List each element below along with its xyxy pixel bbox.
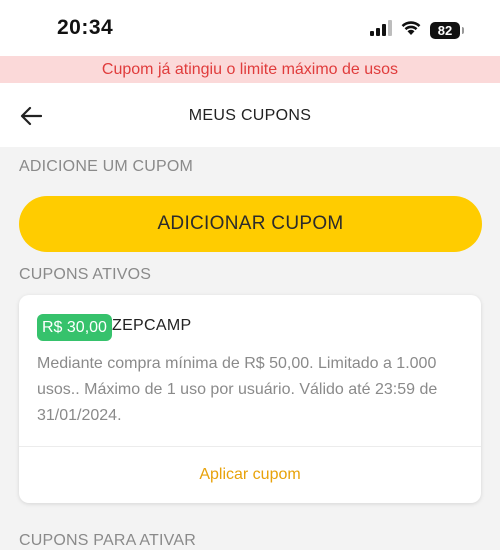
coupon-description: Mediante compra mínima de R$ 50,00. Limi… — [37, 355, 438, 424]
add-coupon-button[interactable]: ADICIONAR CUPOM — [19, 196, 482, 252]
card-divider — [19, 446, 481, 447]
coupons-to-activate-section-label: CUPONS PARA ATIVAR — [19, 532, 196, 549]
coupon-value-badge: R$ 30,00 — [37, 314, 112, 341]
status-icons: 82 — [370, 18, 464, 42]
error-banner: Cupom já atingiu o limite máximo de usos — [0, 56, 500, 83]
status-time: 20:34 — [57, 16, 114, 39]
battery-icon: 82 — [430, 21, 464, 39]
apply-coupon-link[interactable]: Aplicar cupom — [19, 466, 481, 484]
error-banner-message: Cupom já atingiu o limite máximo de usos — [101, 60, 399, 78]
battery-level: 82 — [437, 22, 453, 38]
app-header: MEUS CUPONS — [0, 83, 500, 147]
coupon-card: R$ 30,00 ZEPCAMP Mediante compra mínima … — [19, 295, 481, 503]
page-title: MEUS CUPONS — [188, 107, 312, 124]
wifi-icon — [400, 19, 422, 41]
status-bar: 20:34 82 — [0, 0, 500, 56]
add-coupon-section-label: ADICIONE UM CUPOM — [19, 158, 194, 175]
active-coupons-section-label: CUPONS ATIVOS — [19, 266, 152, 283]
coupon-code: ZEPCAMP — [112, 317, 192, 334]
cellular-signal-icon — [370, 19, 392, 41]
